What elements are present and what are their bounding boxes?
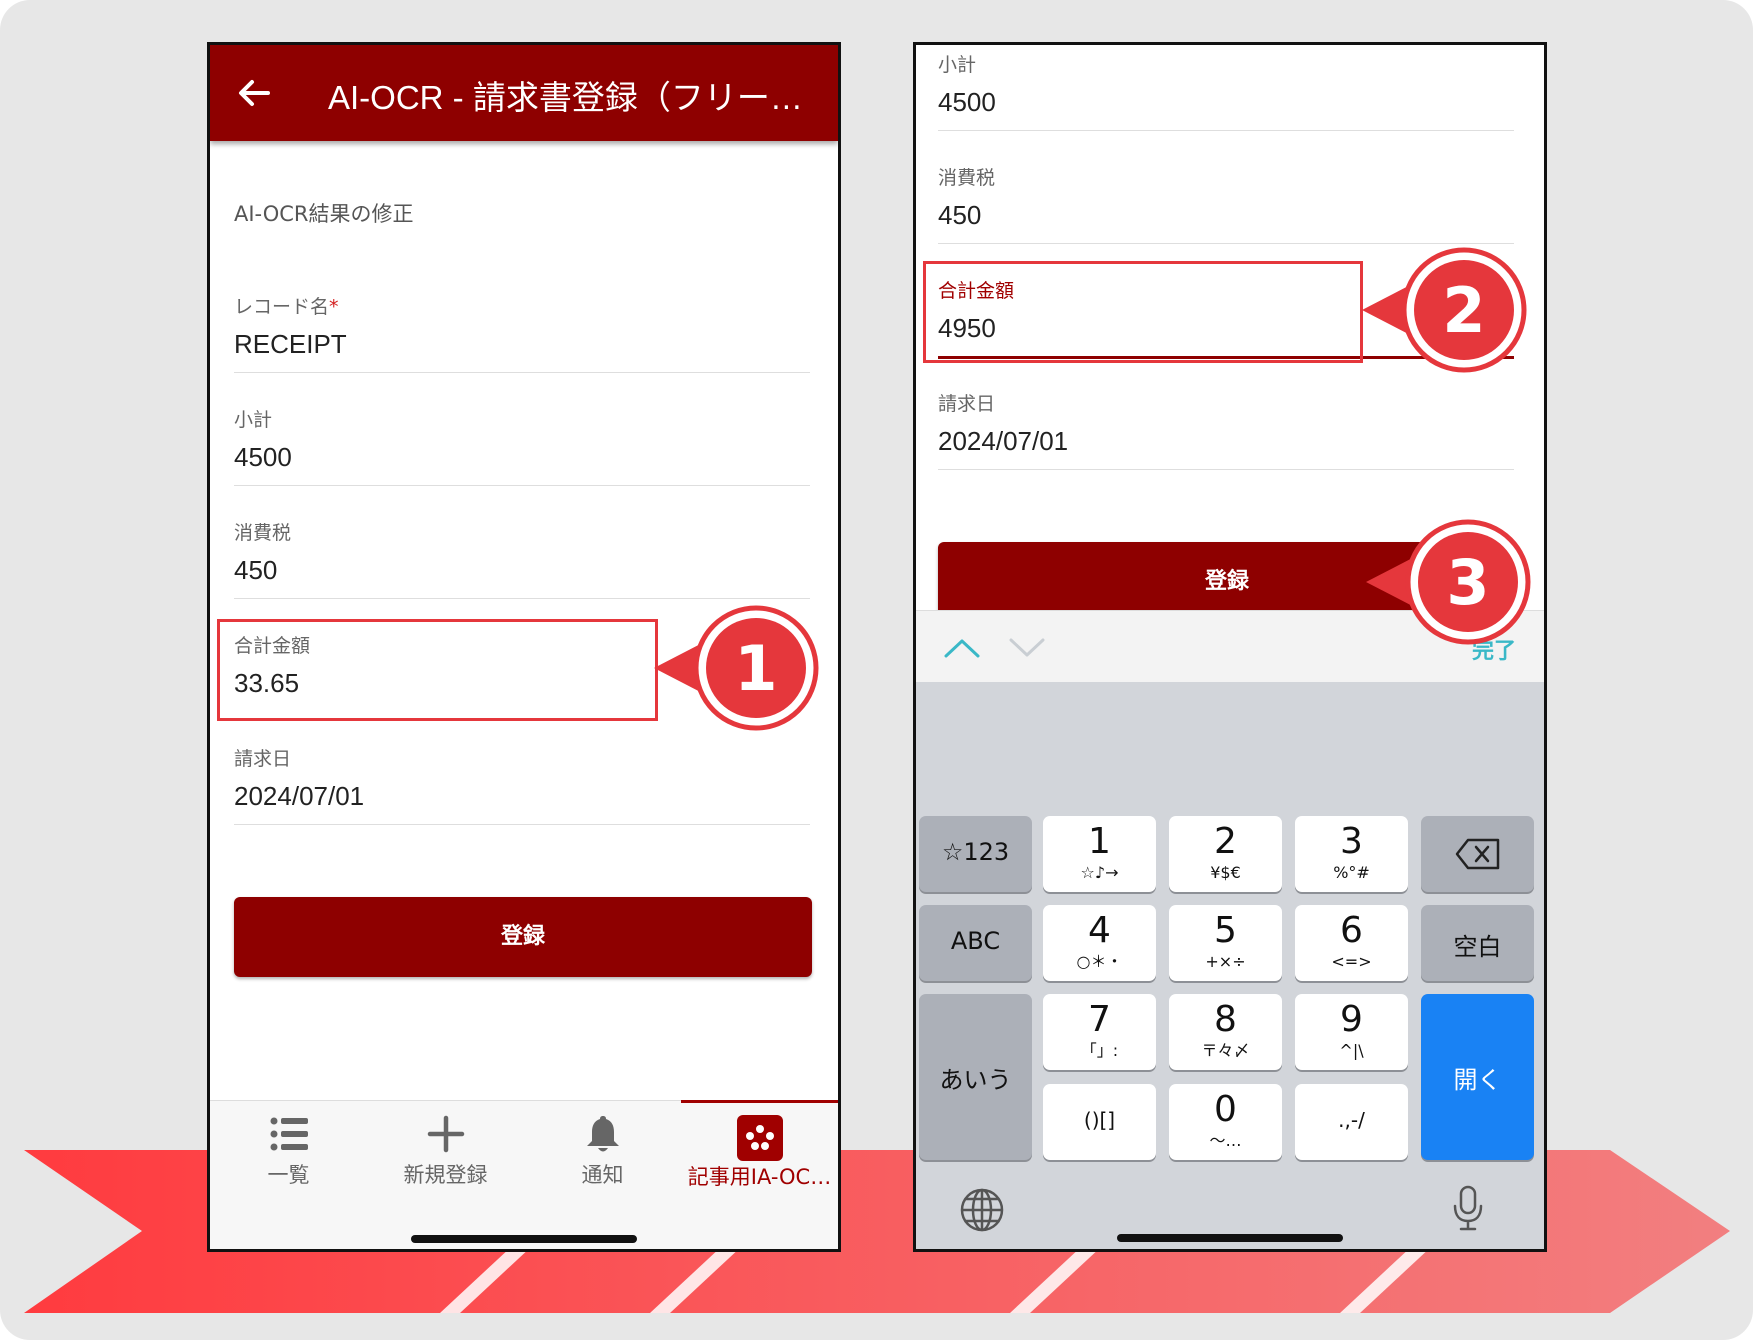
tab-app[interactable]: 記事用IA-OC…: [681, 1100, 838, 1203]
key-5[interactable]: 5 +×÷: [1169, 905, 1282, 981]
step-number: 2: [1442, 274, 1485, 347]
app-logo-icon: [736, 1115, 783, 1161]
field-value: 2024/07/01: [234, 781, 365, 811]
highlight-box-total: [923, 261, 1363, 363]
field-value: 2024/07/01: [938, 426, 1069, 456]
key-4[interactable]: 4 ○＊・: [1043, 905, 1156, 981]
key-space[interactable]: 空白: [1421, 905, 1534, 981]
field-value: 450: [938, 200, 982, 230]
subtotal-field[interactable]: 小計 4500: [938, 50, 1514, 131]
tab-label: 記事用IA-OC…: [687, 1165, 832, 1189]
key-9[interactable]: 9 ^|\: [1295, 994, 1408, 1070]
back-arrow-icon[interactable]: [232, 71, 276, 115]
field-label: 請求日: [234, 748, 292, 770]
highlight-box-total: [217, 619, 658, 721]
key-0[interactable]: 0 〜…: [1169, 1084, 1282, 1160]
tab-label: 通知: [581, 1163, 624, 1187]
chevron-up-icon[interactable]: [942, 636, 982, 660]
field-label: 消費税: [938, 167, 996, 189]
app-title: AI-OCR - 請求書登録（フリー…: [328, 79, 803, 116]
plus-icon: [427, 1115, 464, 1153]
field-label: 請求日: [938, 393, 996, 415]
globe-icon[interactable]: [958, 1186, 1006, 1234]
key-7[interactable]: 7 「」:: [1043, 994, 1156, 1070]
step-badge-3: 3: [1366, 519, 1531, 645]
field-label: 小計: [938, 54, 977, 76]
backspace-icon: [1455, 838, 1500, 870]
tax-field[interactable]: 消費税 450: [938, 163, 1514, 244]
tab-label: 一覧: [267, 1163, 310, 1187]
list-icon: [270, 1117, 308, 1151]
step-badge-2: 2: [1362, 247, 1527, 373]
home-indicator: [411, 1235, 637, 1243]
key-backspace[interactable]: [1421, 816, 1534, 892]
key-8[interactable]: 8 〒々〆: [1169, 994, 1282, 1070]
microphone-icon[interactable]: [1451, 1184, 1485, 1232]
step-number: 3: [1446, 546, 1489, 619]
tab-notifications[interactable]: 通知: [524, 1101, 681, 1201]
tab-label: 新規登録: [403, 1163, 488, 1187]
field-label: 消費税: [234, 522, 292, 544]
required-mark: *: [329, 296, 339, 318]
field-value: RECEIPT: [234, 329, 347, 359]
tab-new[interactable]: 新規登録: [367, 1101, 524, 1201]
field-label: 小計: [234, 409, 273, 431]
invoice-date-field[interactable]: 請求日 2024/07/01: [938, 389, 1514, 470]
chevron-down-icon[interactable]: [1007, 636, 1047, 660]
field-value: 4500: [938, 87, 996, 117]
key-6[interactable]: 6 <=>: [1295, 905, 1408, 981]
bottom-tab-bar: 一覧 新規登録 通知 記事用IA-OC…: [210, 1100, 838, 1249]
tab-list[interactable]: 一覧: [210, 1101, 367, 1201]
key-punctuation[interactable]: .,-/: [1295, 1084, 1408, 1160]
invoice-date-field[interactable]: 請求日 2024/07/01: [234, 744, 810, 825]
step-badge-1: 1: [654, 605, 819, 731]
field-value: 450: [234, 555, 278, 585]
key-open[interactable]: 開く: [1421, 994, 1534, 1160]
field-label: レコード名*: [234, 296, 339, 318]
app-header: AI-OCR - 請求書登録（フリー…: [210, 45, 838, 141]
home-indicator: [1117, 1234, 1343, 1242]
key-kana[interactable]: あいう: [919, 994, 1032, 1160]
tax-field[interactable]: 消費税 450: [234, 518, 810, 599]
field-value: 4500: [234, 442, 292, 472]
key-2[interactable]: 2 ¥$€: [1169, 816, 1282, 892]
key-symbols[interactable]: ☆123: [919, 816, 1032, 892]
section-title: AI-OCR結果の修正: [234, 202, 414, 226]
key-abc[interactable]: ABC: [919, 905, 1032, 981]
key-1[interactable]: 1 ☆♪→: [1043, 816, 1156, 892]
record-name-field[interactable]: レコード名* RECEIPT: [234, 292, 810, 373]
numeric-keyboard: ☆123 1 ☆♪→ 2 ¥$€ 3 %°# ABC 4 ○＊・ 5 +×÷ 6 <=> 空…: [916, 682, 1544, 1249]
submit-button[interactable]: 登録: [234, 897, 812, 977]
step-number: 1: [734, 632, 777, 705]
bell-icon: [586, 1116, 619, 1152]
subtotal-field[interactable]: 小計 4500: [234, 405, 810, 486]
key-brackets[interactable]: ()[]: [1043, 1084, 1156, 1160]
key-3[interactable]: 3 %°#: [1295, 816, 1408, 892]
